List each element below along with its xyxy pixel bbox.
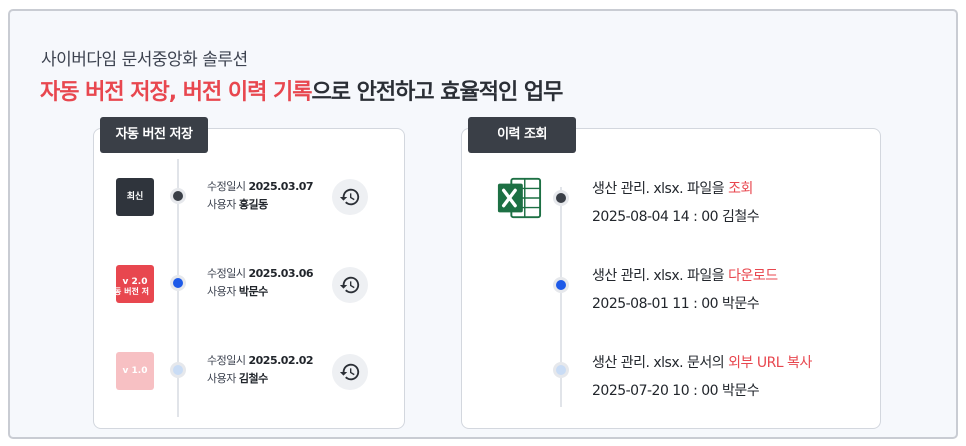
history-icon (339, 188, 360, 206)
history-entry: 생산 관리. xlsx. 문서의 외부 URL 복사 2025-07-20 10… (592, 355, 812, 399)
timeline-dot (553, 362, 569, 378)
headline-accent: 자동 버전 저장, 버전 이력 기록 (40, 80, 313, 105)
version-meta: 수정일시 2025.03.06 사용자 박문수 (207, 267, 314, 298)
excel-icon (497, 177, 542, 219)
version-badge-latest: 최신 (116, 178, 154, 216)
banner-frame: 사이버다임 문서중앙화 솔루션 자동 버전 저장, 버전 이력 기록으로 안전하… (8, 9, 958, 439)
tab-auto-version[interactable]: 자동 버전 저장 (100, 117, 208, 153)
timeline-dot (553, 190, 569, 206)
history-icon (339, 363, 360, 381)
restore-version-button[interactable] (332, 354, 368, 390)
headline-rest: 으로 안전하고 효율적인 업무 (311, 80, 564, 105)
history-icon (339, 276, 360, 294)
subtitle: 사이버다임 문서중앙화 솔루션 (41, 50, 248, 70)
restore-version-button[interactable] (332, 179, 368, 215)
headline: 자동 버전 저장, 버전 이력 기록으로 안전하고 효율적인 업무 (40, 74, 564, 106)
version-badge-v2: v 2.0 동 버전 저 (116, 265, 154, 303)
timeline-dot (170, 188, 186, 204)
version-meta: 수정일시 2025.03.07 사용자 홍길동 (207, 180, 314, 211)
timeline-dot (170, 362, 186, 378)
restore-version-button[interactable] (332, 267, 368, 303)
tab-history[interactable]: 이력 조회 (468, 117, 576, 153)
timeline-dot (170, 275, 186, 291)
version-panel: 자동 버전 저장 최신 수정일시 2025.03.07 사용자 홍길동 v 2.… (93, 117, 405, 429)
history-entry: 생산 관리. xlsx. 파일을 다운로드 2025-08-01 11 : 00… (592, 268, 778, 312)
history-entry: 생산 관리. xlsx. 파일을 조회 2025-08-04 14 : 00 김… (592, 181, 760, 225)
version-meta: 수정일시 2025.02.02 사용자 김철수 (207, 354, 314, 385)
timeline-dot (553, 277, 569, 293)
history-panel: 이력 조회 생산 관리. xlsx. 파일을 조회 2025-08-04 14 … (461, 117, 881, 429)
version-badge-v1: v 1.0 (116, 352, 154, 390)
